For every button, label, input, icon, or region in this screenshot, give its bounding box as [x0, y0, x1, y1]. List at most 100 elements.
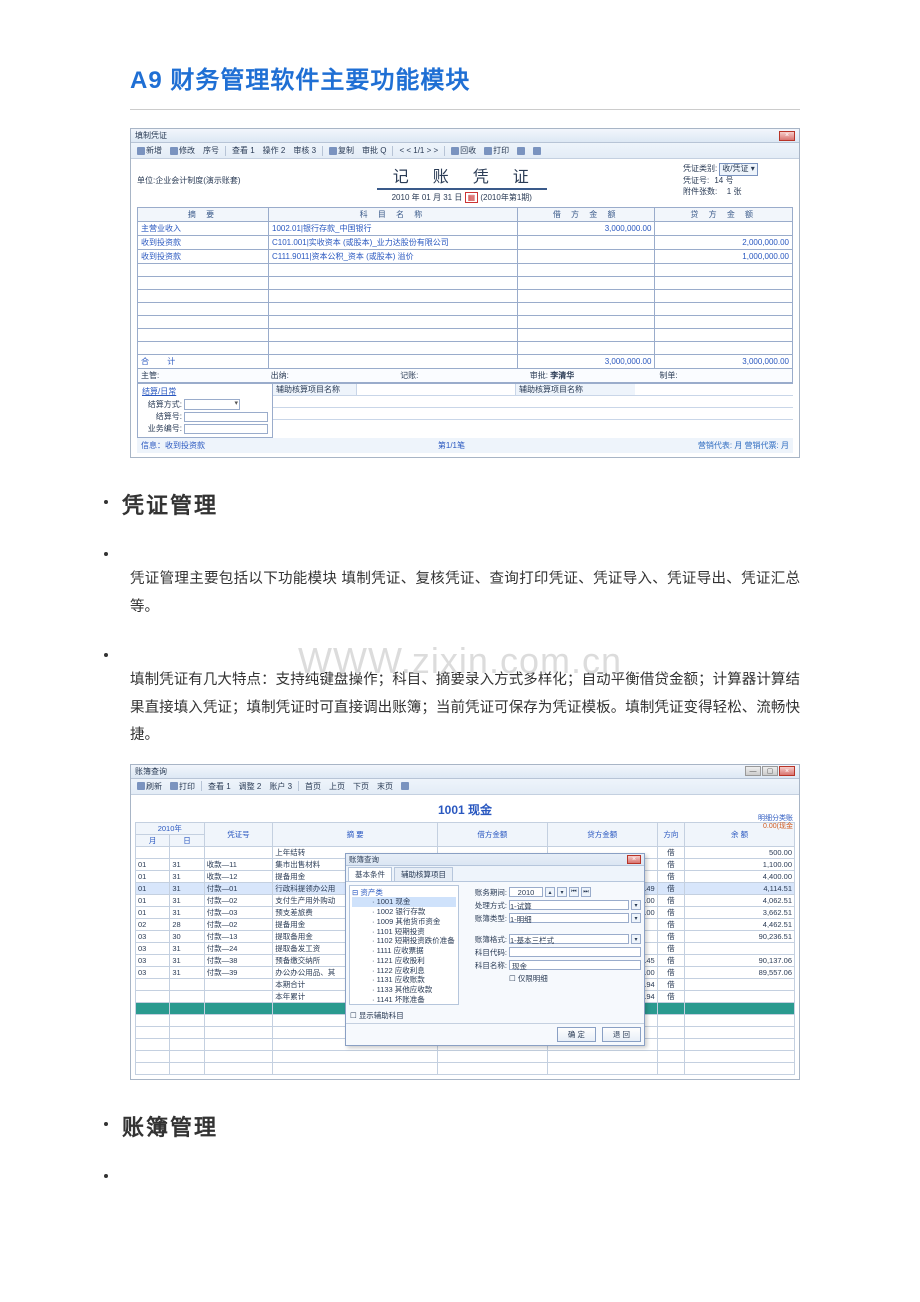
- toolbar-item[interactable]: 审批 Q: [360, 145, 388, 156]
- toolbar-item[interactable]: 查看 1: [206, 781, 233, 792]
- settle-method-select[interactable]: [184, 399, 240, 410]
- minimize-icon[interactable]: —: [745, 766, 761, 776]
- calculator-icon: [517, 147, 525, 155]
- voucher-toolbar: 新增 修改 序号 查看 1 操作 2 审核 3 复制 审批 Q < < 1/1 …: [131, 143, 799, 159]
- calendar-icon[interactable]: ▦: [465, 192, 479, 203]
- table-row[interactable]: [138, 290, 793, 303]
- close-icon[interactable]: ×: [779, 131, 795, 141]
- totals-row: 合 计3,000,000.003,000,000.00: [138, 355, 793, 369]
- business-no-input[interactable]: [184, 424, 268, 434]
- table-row[interactable]: [138, 316, 793, 329]
- toolbar-item[interactable]: 打印: [168, 781, 197, 792]
- toolbar-item[interactable]: [531, 147, 543, 155]
- maximize-icon[interactable]: ▢: [762, 766, 778, 776]
- window-title: 填制凭证: [135, 130, 167, 141]
- table-row[interactable]: 收到投资款C101.001|实收资本 (或股本)_业力达股份有限公司2,000,…: [138, 236, 793, 250]
- chevron-down-icon[interactable]: ▾: [631, 913, 641, 923]
- col-summary: 摘 要: [138, 208, 269, 222]
- toolbar-item[interactable]: 账户 3: [267, 781, 294, 792]
- toolbar-item[interactable]: 上页: [327, 781, 347, 792]
- toolbar-item[interactable]: 末页: [375, 781, 395, 792]
- tree-node[interactable]: · 1141 坏账准备: [352, 995, 456, 1005]
- table-row[interactable]: [138, 342, 793, 355]
- last-icon[interactable]: ⏭: [581, 887, 591, 897]
- subject-name-input[interactable]: 现金: [509, 960, 641, 970]
- tree-node[interactable]: · 1002 银行存款: [352, 907, 456, 917]
- copy-icon: [329, 147, 337, 155]
- dialog-title: 账簿查询: [349, 854, 379, 865]
- tab-basic[interactable]: 基本条件: [348, 867, 392, 881]
- first-icon[interactable]: ⏮: [569, 887, 579, 897]
- tree-node[interactable]: · 1001 现金: [352, 897, 456, 907]
- toolbar-item[interactable]: 复制: [327, 145, 356, 156]
- edit-icon: [170, 147, 178, 155]
- chevron-down-icon[interactable]: ▾: [631, 934, 641, 944]
- table-row[interactable]: [138, 277, 793, 290]
- detail-only-checkbox[interactable]: ☐ 仅限明细: [509, 973, 548, 984]
- toolbar-item[interactable]: 下页: [351, 781, 371, 792]
- ledger-format-select[interactable]: 1-基本三栏式: [509, 934, 629, 944]
- bullet-icon: [104, 500, 108, 504]
- bullet-icon: [104, 1122, 108, 1126]
- col-debit: 借 方 金 额: [517, 208, 655, 222]
- tree-node[interactable]: · 1111 应收票据: [352, 946, 456, 956]
- auxiliary-grid: 辅助核算项目名称辅助核算项目名称: [273, 384, 793, 438]
- toolbar-item[interactable]: [399, 782, 411, 790]
- toolbar-item[interactable]: 查看 1: [230, 145, 257, 156]
- document-title: A9 财务管理软件主要功能模块: [130, 60, 800, 110]
- up-icon[interactable]: ▴: [545, 887, 555, 897]
- type-select[interactable]: 收/凭证 ▾: [719, 163, 757, 176]
- ledger-toolbar: 刷新 打印 查看 1 调整 2 账户 3 首页 上页 下页 末页: [131, 779, 799, 795]
- period-input[interactable]: 2010: [509, 887, 543, 897]
- settle-no-input[interactable]: [184, 412, 268, 422]
- bullet-icon: [104, 552, 108, 556]
- table-row[interactable]: [138, 329, 793, 342]
- ledger-type-select[interactable]: 1-明细: [509, 913, 629, 923]
- table-row[interactable]: [138, 303, 793, 316]
- down-icon[interactable]: ▾: [557, 887, 567, 897]
- toolbar-pager[interactable]: < < 1/1 > >: [397, 146, 440, 155]
- toolbar-item[interactable]: 审核 3: [291, 145, 318, 156]
- toolbar-item[interactable]: 操作 2: [261, 145, 288, 156]
- recycle-icon: [451, 147, 459, 155]
- chevron-down-icon[interactable]: ▾: [631, 900, 641, 910]
- cancel-button[interactable]: 退 回: [602, 1027, 641, 1042]
- tree-node[interactable]: · 1009 其他货币资金: [352, 917, 456, 927]
- body-paragraph: 凭证管理主要包括以下功能模块 填制凭证、复核凭证、查询打印凭证、凭证导入、凭证导…: [130, 566, 800, 621]
- tree-node[interactable]: · 1131 应收账款: [352, 975, 456, 985]
- toolbar-item[interactable]: 调整 2: [237, 781, 264, 792]
- toolbar-item[interactable]: 序号: [201, 145, 221, 156]
- close-icon[interactable]: ×: [627, 855, 641, 864]
- print-icon: [170, 782, 178, 790]
- tree-node[interactable]: · 1133 其他应收款: [352, 985, 456, 995]
- query-dialog: 账簿查询 × 基本条件 辅助核算项目 ⊟ 资产类 · 1001 现金· 1002…: [345, 853, 645, 1046]
- toolbar-item[interactable]: 刷新: [135, 781, 164, 792]
- process-select[interactable]: 1-试算: [509, 900, 629, 910]
- toolbar-item[interactable]: 首页: [303, 781, 323, 792]
- table-row: [136, 1050, 795, 1062]
- ok-button[interactable]: 确 定: [557, 1027, 596, 1042]
- table-row: [136, 1062, 795, 1074]
- table-row[interactable]: [138, 264, 793, 277]
- subject-tree[interactable]: ⊟ 资产类 · 1001 现金· 1002 银行存款· 1009 其他货币资金·…: [349, 885, 459, 1005]
- help-icon: [533, 147, 541, 155]
- ledger-screenshot: 账簿查询 — ▢ × 刷新 打印 查看 1 调整 2 账户 3 首页 上页 下页…: [130, 764, 800, 1080]
- toolbar-item[interactable]: [515, 147, 527, 155]
- refresh-icon: [137, 782, 145, 790]
- voucher-meta: 凭证类别:收/凭证 ▾ 凭证号:14 号 附件张数:1 张: [683, 163, 793, 197]
- toolbar-item[interactable]: 新增: [135, 145, 164, 156]
- toolbar-item[interactable]: 修改: [168, 145, 197, 156]
- unit-label: 单位:企业会计制度(演示账套): [137, 163, 241, 186]
- toolbar-item[interactable]: 回收: [449, 145, 478, 156]
- toolbar-item[interactable]: 打印: [482, 145, 511, 156]
- section-ledger-heading: 账簿管理: [122, 1110, 218, 1142]
- tab-auxiliary[interactable]: 辅助核算项目: [394, 867, 453, 881]
- table-row[interactable]: 收到投资款C111.9011|资本公积_资本 (或股本) 溢价1,000,000…: [138, 250, 793, 264]
- close-icon[interactable]: ×: [779, 766, 795, 776]
- subject-code-input[interactable]: [509, 947, 641, 957]
- status-bar: 信息：收到投资款 第1/1笔 营销代表: 月 营销代票: 月: [137, 438, 793, 453]
- tree-node[interactable]: · 1102 短期投资跌价准备: [352, 936, 456, 946]
- table-row[interactable]: 主营业收入1002.01|银行存款_中国银行3,000,000.00: [138, 222, 793, 236]
- tree-node[interactable]: · 1121 应收股利: [352, 956, 456, 966]
- show-aux-checkbox[interactable]: ☐ 显示辅助科目: [350, 1010, 404, 1021]
